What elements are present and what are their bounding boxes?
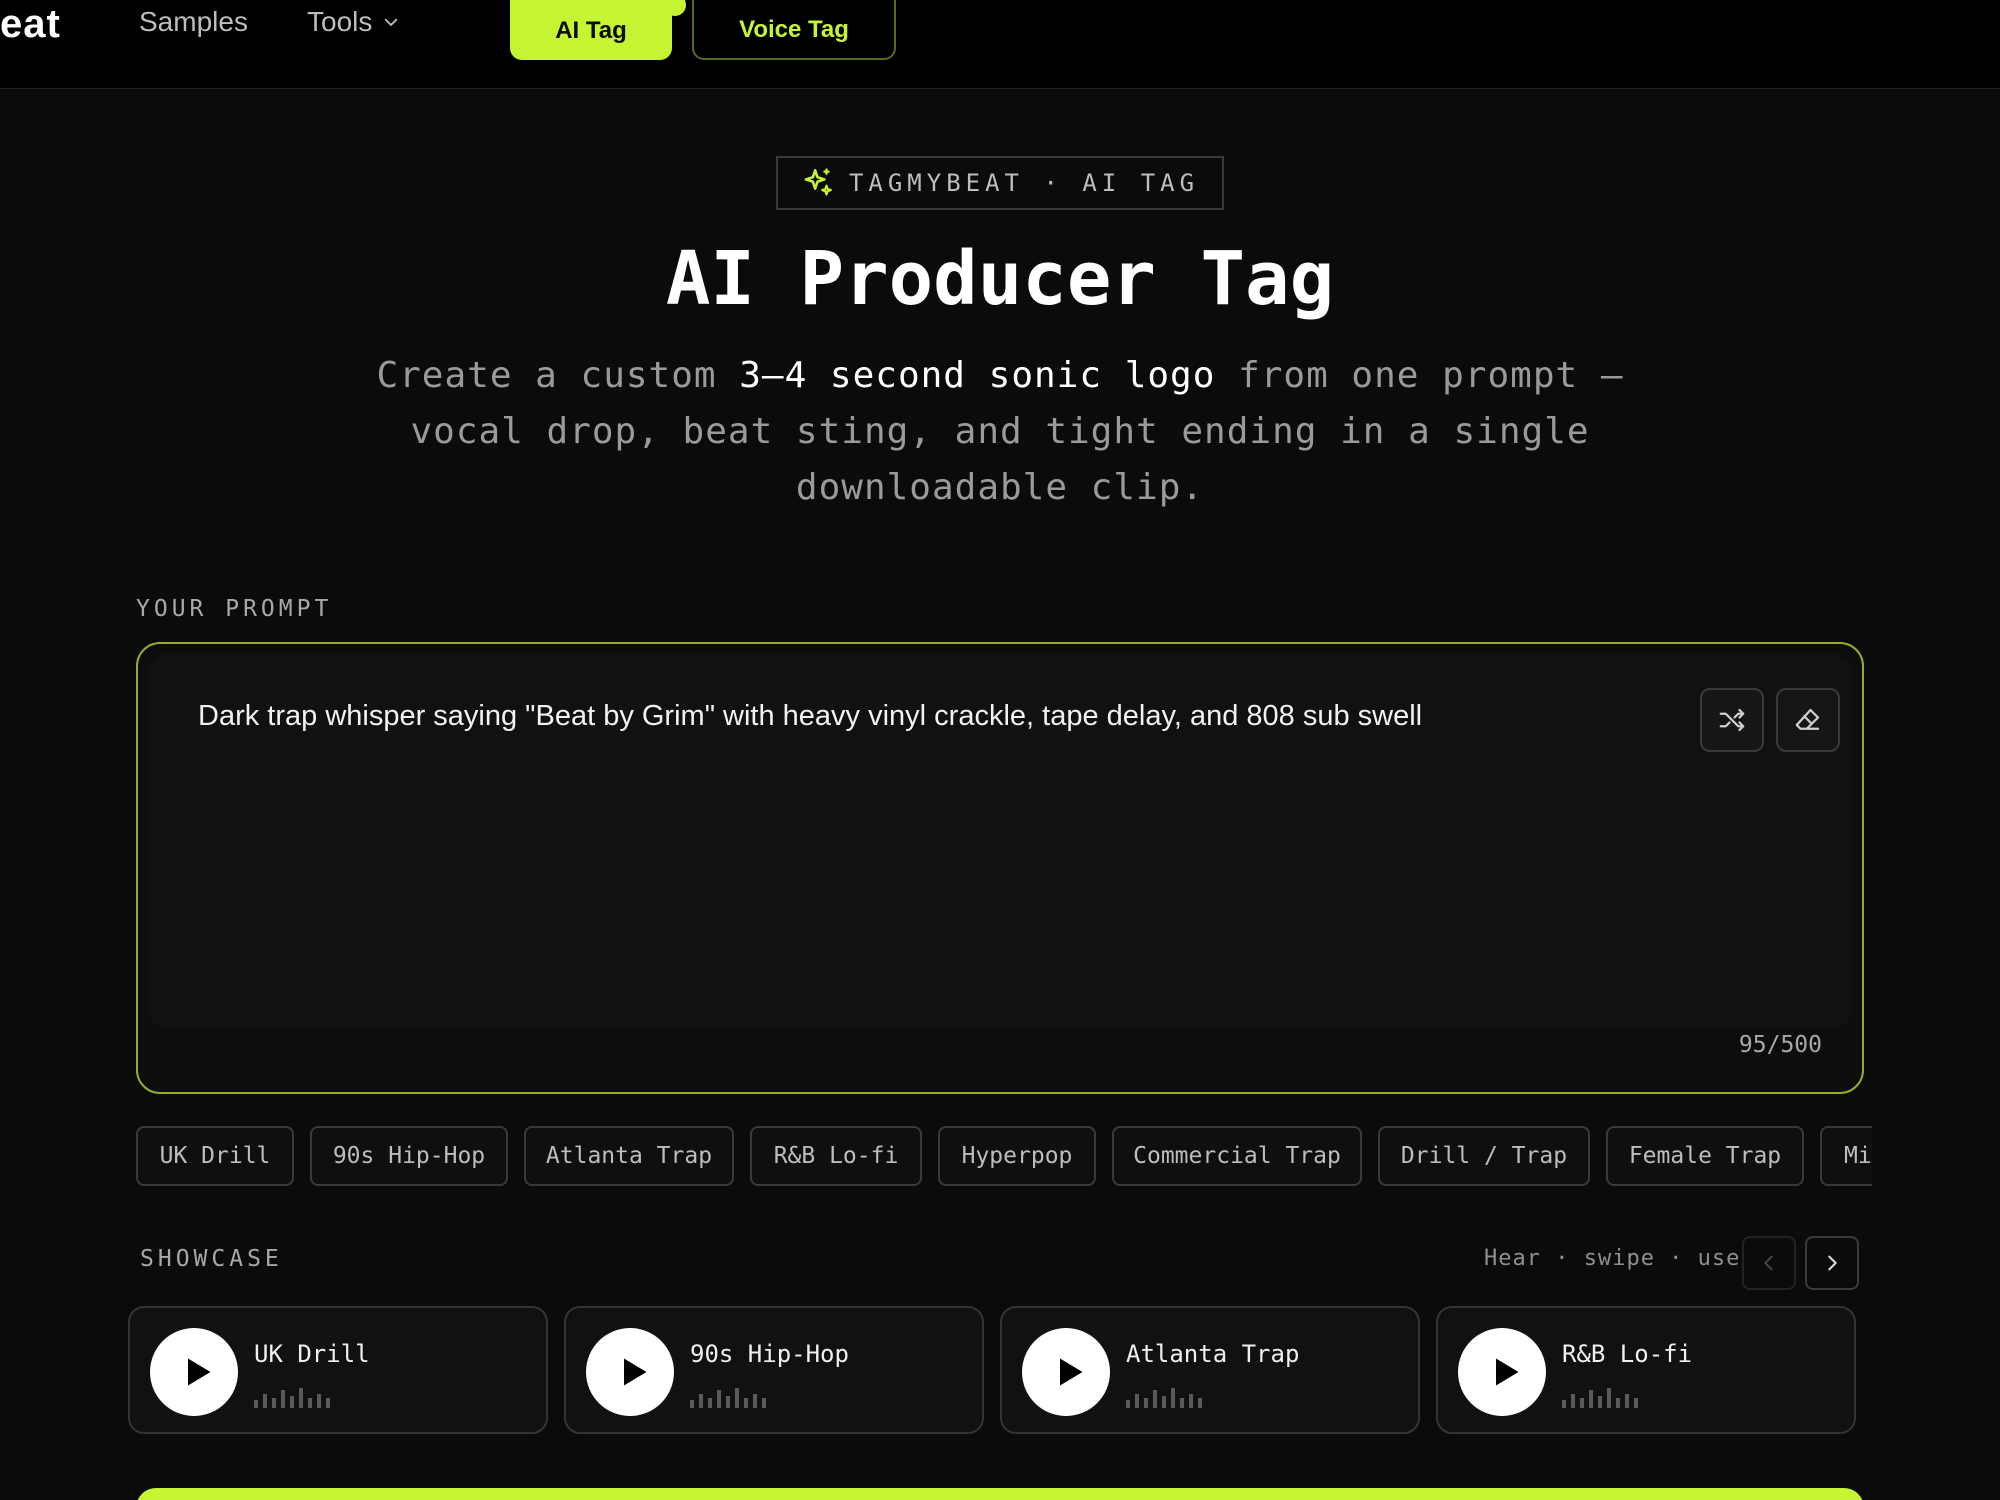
active-indicator-dot: [664, 0, 686, 16]
style-chips: UK Drill 90s Hip-Hop Atlanta Trap R&B Lo…: [136, 1126, 1872, 1186]
prompt-text: Dark trap whisper saying "Beat by Grim" …: [198, 700, 1423, 732]
chip-rnb-lofi[interactable]: R&B Lo-fi: [750, 1126, 922, 1186]
play-button[interactable]: [586, 1328, 674, 1416]
chip-drill-trap[interactable]: Drill / Trap: [1378, 1126, 1590, 1186]
showcase-next-button[interactable]: [1805, 1236, 1859, 1290]
ai-tag-button[interactable]: AI Tag: [510, 0, 686, 60]
showcase-card[interactable]: 90s Hip-Hop: [564, 1306, 984, 1434]
nav-link-samples[interactable]: Samples: [139, 6, 248, 38]
showcase-hint: Hear · swipe · use: [1484, 1246, 1741, 1271]
chevron-right-icon: [1828, 1255, 1837, 1271]
chip-atlanta-trap[interactable]: Atlanta Trap: [524, 1126, 734, 1186]
ai-tag-button-label: AI Tag: [555, 17, 627, 44]
subtitle-text-start: Create a custom: [376, 355, 740, 396]
page-subtitle: Create a custom 3–4 second sonic logo fr…: [320, 348, 1680, 516]
play-button[interactable]: [150, 1328, 238, 1416]
character-counter: 95/500: [1738, 1032, 1822, 1058]
play-icon: [1059, 1358, 1082, 1386]
page-title: AI Producer Tag: [665, 236, 1335, 322]
prompt-panel: Dark trap whisper saying "Beat by Grim" …: [136, 642, 1864, 1094]
chevron-left-icon: [1764, 1255, 1773, 1271]
showcase-card[interactable]: UK Drill: [128, 1306, 548, 1434]
sparkles-icon: [804, 168, 832, 196]
hero-badge-text: TAGMYBEAT · AI TAG: [848, 169, 1200, 197]
card-title: R&B Lo-fi: [1562, 1340, 1693, 1368]
waveform-icon: [690, 1388, 766, 1408]
subtitle-highlight: 3–4 second sonic logo: [739, 355, 1216, 396]
hero-badge: TAGMYBEAT · AI TAG: [776, 156, 1224, 210]
waveform-icon: [1562, 1388, 1638, 1408]
nav-link-tools[interactable]: Tools: [307, 6, 400, 38]
chip-hyperpop[interactable]: Hyperpop: [938, 1126, 1096, 1186]
prompt-label: YOUR PROMPT: [136, 596, 333, 622]
shuffle-icon: [1719, 708, 1745, 732]
card-title: UK Drill: [254, 1340, 370, 1368]
chip-uk-drill[interactable]: UK Drill: [136, 1126, 294, 1186]
chip-more[interactable]: Mi: [1820, 1126, 1872, 1186]
chip-90s-hip-hop[interactable]: 90s Hip-Hop: [310, 1126, 508, 1186]
prompt-textarea[interactable]: Dark trap whisper saying "Beat by Grim" …: [148, 654, 1852, 1028]
card-title: Atlanta Trap: [1126, 1340, 1300, 1368]
eraser-icon: [1795, 708, 1820, 730]
top-nav: eat Samples Tools AI Tag Voice Tag: [0, 0, 2000, 89]
chevron-down-icon: [385, 18, 398, 26]
waveform-icon: [1126, 1388, 1202, 1408]
nav-link-tools-label: Tools: [307, 6, 373, 37]
voice-tag-button[interactable]: Voice Tag: [692, 0, 896, 60]
play-icon: [623, 1358, 646, 1386]
showcase-prev-button[interactable]: [1742, 1236, 1796, 1290]
card-title: 90s Hip-Hop: [690, 1340, 849, 1368]
waveform-icon: [254, 1388, 330, 1408]
showcase-label: SHOWCASE: [140, 1246, 283, 1272]
play-icon: [187, 1358, 210, 1386]
chip-female-trap[interactable]: Female Trap: [1606, 1126, 1804, 1186]
voice-tag-button-label: Voice Tag: [739, 16, 849, 43]
showcase-card[interactable]: Atlanta Trap: [1000, 1306, 1420, 1434]
brand-logo[interactable]: eat: [0, 2, 61, 47]
play-button[interactable]: [1458, 1328, 1546, 1416]
clear-button[interactable]: [1776, 688, 1840, 752]
shuffle-button[interactable]: [1700, 688, 1764, 752]
chip-commercial-trap[interactable]: Commercial Trap: [1112, 1126, 1362, 1186]
play-icon: [1495, 1358, 1518, 1386]
play-button[interactable]: [1022, 1328, 1110, 1416]
generate-button[interactable]: [136, 1488, 1864, 1500]
showcase-card[interactable]: R&B Lo-fi: [1436, 1306, 1856, 1434]
